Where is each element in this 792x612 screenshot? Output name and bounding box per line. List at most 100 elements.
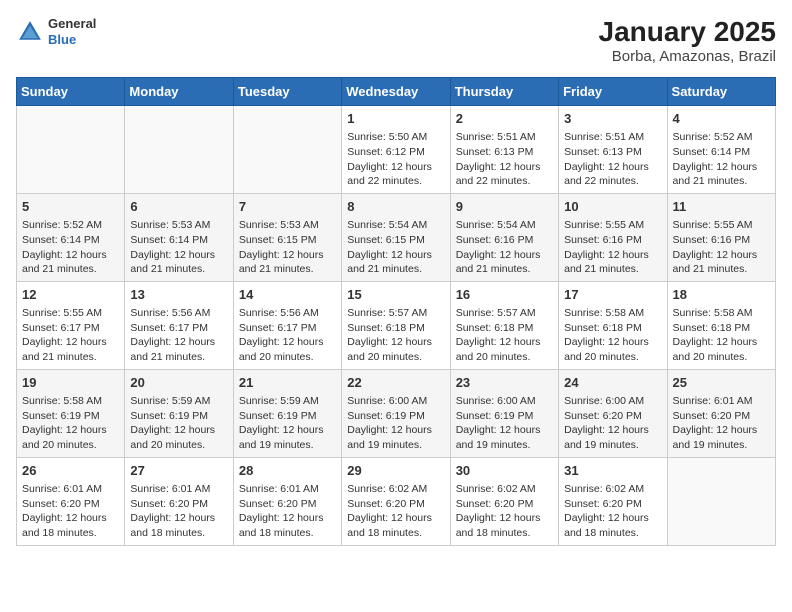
day-info-text: Daylight: 12 hours and 20 minutes. (673, 335, 770, 364)
day-info-text: Sunset: 6:15 PM (347, 233, 444, 248)
day-info-text: Daylight: 12 hours and 18 minutes. (456, 511, 553, 540)
calendar-cell: 31 Sunrise: 6:02 AMSunset: 6:20 PMDayligh… (559, 457, 667, 545)
day-number: 15 (347, 286, 444, 304)
day-info-text: Sunset: 6:14 PM (130, 233, 227, 248)
weekday-header-sunday: Sunday (17, 78, 125, 106)
day-info-text: Sunset: 6:18 PM (673, 321, 770, 336)
calendar-cell (125, 106, 233, 194)
day-number: 12 (22, 286, 119, 304)
day-info-text: Sunrise: 5:57 AM (456, 306, 553, 321)
day-info-text: Daylight: 12 hours and 22 minutes. (456, 160, 553, 189)
calendar-cell: 13Sunrise: 5:56 AMSunset: 6:17 PMDayligh… (125, 281, 233, 369)
day-info-text: Sunset: 6:14 PM (22, 233, 119, 248)
day-number: 23 (456, 374, 553, 392)
day-info-text: Sunset: 6:20 PM (564, 497, 661, 512)
day-info-text: Sunset: 6:16 PM (564, 233, 661, 248)
day-number: 22 (347, 374, 444, 392)
day-info-text: Sunrise: 6:02 AM (456, 482, 553, 497)
day-info-text: Daylight: 12 hours and 21 minutes. (22, 335, 119, 364)
day-info-text: Daylight: 12 hours and 20 minutes. (456, 335, 553, 364)
day-info-text: Daylight: 12 hours and 20 minutes. (239, 335, 336, 364)
logo: General Blue (16, 16, 96, 47)
day-info-text: Sunrise: 5:54 AM (456, 218, 553, 233)
calendar-cell: 5Sunrise: 5:52 AMSunset: 6:14 PMDaylight… (17, 193, 125, 281)
day-info-text: Sunrise: 5:50 AM (347, 130, 444, 145)
day-info-text: Daylight: 12 hours and 20 minutes. (347, 335, 444, 364)
weekday-header-thursday: Thursday (450, 78, 558, 106)
day-info-text: Sunset: 6:13 PM (456, 145, 553, 160)
weekday-header-row: SundayMondayTuesdayWednesdayThursdayFrid… (17, 78, 776, 106)
day-info-text: Daylight: 12 hours and 21 minutes. (456, 248, 553, 277)
day-info-text: Sunrise: 5:51 AM (456, 130, 553, 145)
day-number: 25 (673, 374, 770, 392)
day-info-text: Daylight: 12 hours and 19 minutes. (673, 423, 770, 452)
weekday-header-wednesday: Wednesday (342, 78, 450, 106)
day-number: 9 (456, 198, 553, 216)
calendar-cell: 26Sunrise: 6:01 AMSunset: 6:20 PMDayligh… (17, 457, 125, 545)
day-info-text: Sunset: 6:16 PM (456, 233, 553, 248)
day-info-text: Sunset: 6:17 PM (130, 321, 227, 336)
day-info-text: Sunrise: 6:01 AM (239, 482, 336, 497)
day-info-text: Sunrise: 5:59 AM (239, 394, 336, 409)
day-info-text: Sunset: 6:20 PM (347, 497, 444, 512)
calendar-cell: 16Sunrise: 5:57 AMSunset: 6:18 PMDayligh… (450, 281, 558, 369)
day-number: 31 (564, 462, 661, 480)
day-info-text: Daylight: 12 hours and 21 minutes. (22, 248, 119, 277)
day-info-text: Sunrise: 5:52 AM (22, 218, 119, 233)
day-info-text: Sunset: 6:19 PM (130, 409, 227, 424)
day-info-text: Daylight: 12 hours and 18 minutes. (130, 511, 227, 540)
calendar-cell: 8Sunrise: 5:54 AMSunset: 6:15 PMDaylight… (342, 193, 450, 281)
day-info-text: Daylight: 12 hours and 18 minutes. (564, 511, 661, 540)
calendar-cell: 12Sunrise: 5:55 AMSunset: 6:17 PMDayligh… (17, 281, 125, 369)
calendar-cell: 18Sunrise: 5:58 AMSunset: 6:18 PMDayligh… (667, 281, 775, 369)
calendar-cell: 1Sunrise: 5:50 AMSunset: 6:12 PMDaylight… (342, 106, 450, 194)
calendar-cell: 9 Sunrise: 5:54 AMSunset: 6:16 PMDaylight… (450, 193, 558, 281)
calendar-cell: 14Sunrise: 5:56 AMSunset: 6:17 PMDayligh… (233, 281, 341, 369)
calendar-cell: 7Sunrise: 5:53 AMSunset: 6:15 PMDaylight… (233, 193, 341, 281)
day-number: 2 (456, 110, 553, 128)
logo-line1: General (48, 16, 96, 32)
calendar-cell: 28Sunrise: 6:01 AMSunset: 6:20 PMDayligh… (233, 457, 341, 545)
page-header: General Blue January 2025 Borba, Amazona… (16, 16, 776, 65)
weekday-header-tuesday: Tuesday (233, 78, 341, 106)
calendar-cell: 23Sunrise: 6:00 AMSunset: 6:19 PMDayligh… (450, 369, 558, 457)
calendar-cell (17, 106, 125, 194)
day-number: 29 (347, 462, 444, 480)
day-info-text: Sunrise: 5:55 AM (673, 218, 770, 233)
day-info-text: Daylight: 12 hours and 21 minutes. (130, 335, 227, 364)
calendar-table: SundayMondayTuesdayWednesdayThursdayFrid… (16, 77, 776, 546)
day-info-text: Sunrise: 5:57 AM (347, 306, 444, 321)
day-info-text: Daylight: 12 hours and 21 minutes. (673, 160, 770, 189)
day-info-text: Daylight: 12 hours and 20 minutes. (564, 335, 661, 364)
day-number: 10 (564, 198, 661, 216)
day-info-text: Sunset: 6:19 PM (456, 409, 553, 424)
day-info-text: Sunrise: 5:56 AM (130, 306, 227, 321)
day-number: 6 (130, 198, 227, 216)
calendar-cell: 22Sunrise: 6:00 AMSunset: 6:19 PMDayligh… (342, 369, 450, 457)
day-info-text: Sunset: 6:19 PM (239, 409, 336, 424)
day-info-text: Sunrise: 6:00 AM (347, 394, 444, 409)
day-info-text: Sunset: 6:20 PM (22, 497, 119, 512)
day-info-text: Sunrise: 5:55 AM (564, 218, 661, 233)
day-info-text: Sunset: 6:18 PM (347, 321, 444, 336)
calendar-cell (233, 106, 341, 194)
day-info-text: Sunrise: 5:55 AM (22, 306, 119, 321)
day-info-text: Daylight: 12 hours and 21 minutes. (130, 248, 227, 277)
calendar-cell: 29Sunrise: 6:02 AMSunset: 6:20 PMDayligh… (342, 457, 450, 545)
day-info-text: Sunrise: 6:01 AM (673, 394, 770, 409)
day-info-text: Sunrise: 5:53 AM (239, 218, 336, 233)
day-info-text: Sunset: 6:20 PM (130, 497, 227, 512)
day-number: 1 (347, 110, 444, 128)
calendar-cell: 19Sunrise: 5:58 AMSunset: 6:19 PMDayligh… (17, 369, 125, 457)
day-info-text: Sunrise: 6:02 AM (564, 482, 661, 497)
calendar-week-row: 5Sunrise: 5:52 AMSunset: 6:14 PMDaylight… (17, 193, 776, 281)
day-info-text: Sunset: 6:19 PM (347, 409, 444, 424)
day-info-text: Sunrise: 5:51 AM (564, 130, 661, 145)
weekday-header-saturday: Saturday (667, 78, 775, 106)
calendar-cell: 11Sunrise: 5:55 AMSunset: 6:16 PMDayligh… (667, 193, 775, 281)
day-info-text: Sunset: 6:15 PM (239, 233, 336, 248)
calendar-cell: 4Sunrise: 5:52 AMSunset: 6:14 PMDaylight… (667, 106, 775, 194)
day-info-text: Daylight: 12 hours and 22 minutes. (347, 160, 444, 189)
day-info-text: Sunset: 6:20 PM (564, 409, 661, 424)
calendar-cell: 21Sunrise: 5:59 AMSunset: 6:19 PMDayligh… (233, 369, 341, 457)
